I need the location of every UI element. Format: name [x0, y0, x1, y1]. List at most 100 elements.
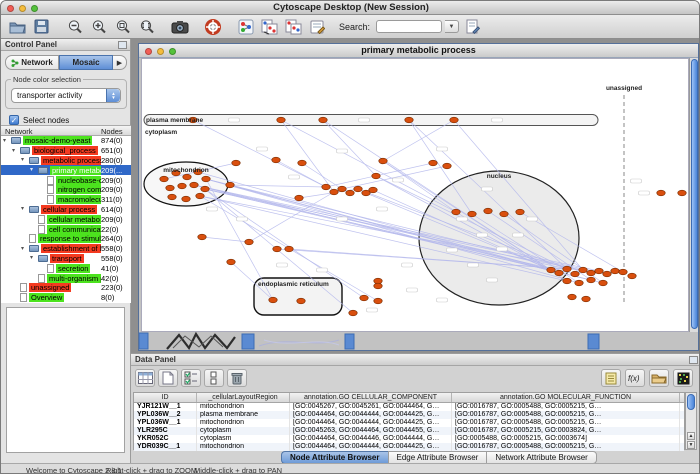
network-node[interactable]: [603, 271, 611, 277]
network-overlay-icon-a[interactable]: [259, 17, 280, 37]
tree-row[interactable]: secretion41(0): [1, 263, 131, 273]
tree-row[interactable]: cellular metabo209(0): [1, 214, 131, 224]
table-row[interactable]: YKR052Ccytoplasm[GO:0044464, GO:0044446,…: [134, 435, 684, 443]
network-edge[interactable]: [383, 120, 454, 161]
network-node[interactable]: [516, 209, 524, 215]
float-panel-icon[interactable]: [689, 356, 698, 364]
expand-arrow-icon[interactable]: ▾: [30, 166, 38, 174]
network-edge[interactable]: [230, 185, 326, 187]
network-node[interactable]: [297, 298, 305, 304]
tree-row[interactable]: unassigned223(0): [1, 283, 131, 293]
network-node[interactable]: [196, 193, 204, 199]
tab-scroll-arrow[interactable]: ▶: [113, 55, 127, 70]
network-node[interactable]: [575, 280, 583, 286]
view-vertical-scrollbar[interactable]: [689, 58, 698, 332]
formula-builder-icon[interactable]: f(x): [625, 369, 645, 387]
network-node[interactable]: [201, 186, 209, 192]
network-node[interactable]: [322, 184, 330, 190]
tree-row[interactable]: cell communicat22(0): [1, 224, 131, 234]
network-node[interactable]: [198, 234, 206, 240]
tree-row[interactable]: ▾transport558(0): [1, 254, 131, 264]
scroll-down-icon[interactable]: ▼: [687, 441, 695, 449]
document-edit-icon[interactable]: [462, 17, 483, 37]
network-node[interactable]: [227, 259, 235, 265]
table-row[interactable]: YLR295Ccytoplasm[GO:0045263, GO:0044464,…: [134, 427, 684, 435]
tree-row[interactable]: ▾establishment of lo558(0): [1, 244, 131, 254]
network-node[interactable]: [563, 266, 571, 272]
tree-row[interactable]: Overview8(0): [1, 293, 131, 303]
tab-network[interactable]: Network: [5, 55, 59, 70]
table-row[interactable]: YJR121W__1mitochondrion[GO:0045267, GO:0…: [134, 403, 684, 411]
network-node[interactable]: [349, 310, 357, 316]
network-node[interactable]: [429, 160, 437, 166]
network-node[interactable]: [182, 196, 190, 202]
plasma-membrane-region[interactable]: [144, 115, 598, 126]
expand-arrow-icon[interactable]: ▾: [3, 137, 11, 145]
tree-row[interactable]: ▾mosaic-demo-yeast874(0): [1, 136, 131, 146]
help-lifering-icon[interactable]: [202, 17, 223, 37]
network-node[interactable]: [190, 182, 198, 188]
network-node[interactable]: [277, 117, 285, 123]
zoom-out-icon[interactable]: [64, 17, 85, 37]
import-attributes-icon[interactable]: [649, 369, 669, 387]
network-node[interactable]: [547, 267, 555, 273]
network-node[interactable]: [678, 190, 686, 196]
column-header[interactable]: annotation.GO MOLECULAR_FUNCTION: [452, 393, 680, 402]
tab-mosaic[interactable]: Mosaic: [59, 55, 113, 70]
expand-arrow-icon[interactable]: ▾: [30, 254, 38, 262]
column-header[interactable]: _cellularLayoutRegion: [197, 393, 290, 402]
tree-row[interactable]: response to stimulu264(0): [1, 234, 131, 244]
delete-attribute-icon[interactable]: [227, 369, 247, 387]
network-node[interactable]: [587, 270, 595, 276]
network-node[interactable]: [330, 189, 338, 195]
table-vertical-scrollbar[interactable]: ▲ ▼: [685, 392, 697, 450]
network-node[interactable]: [568, 294, 576, 300]
snapshot-camera-icon[interactable]: [169, 17, 190, 37]
node-color-combo[interactable]: transporter activity ▲▼: [11, 88, 121, 103]
network-node[interactable]: [298, 160, 306, 166]
column-header[interactable]: ID: [134, 393, 197, 402]
network-node[interactable]: [571, 271, 579, 277]
tree-row[interactable]: nitrogen compo209(0): [1, 185, 131, 195]
notes-icon[interactable]: [601, 369, 621, 387]
matrix-icon[interactable]: [673, 369, 693, 387]
network-node[interactable]: [450, 117, 458, 123]
tree-row[interactable]: nucleobase-c209(0): [1, 175, 131, 185]
network-node[interactable]: [374, 283, 382, 289]
network-node[interactable]: [360, 295, 368, 301]
network-node[interactable]: [374, 298, 382, 304]
network-node[interactable]: [595, 268, 603, 274]
attribute-table-icon[interactable]: [135, 369, 155, 387]
unselect-attributes-icon[interactable]: [204, 369, 224, 387]
create-attribute-icon[interactable]: [158, 369, 178, 387]
network-node[interactable]: [379, 158, 387, 164]
birdseye-view[interactable]: [6, 307, 125, 453]
network-node[interactable]: [500, 211, 508, 217]
network-node[interactable]: [468, 211, 476, 217]
network-node[interactable]: [405, 117, 413, 123]
network-node[interactable]: [484, 208, 492, 214]
network-node[interactable]: [599, 280, 607, 286]
table-row[interactable]: YDR039C__1mitochondrion[GO:0044464, GO:0…: [134, 443, 684, 451]
expand-arrow-icon[interactable]: ▾: [21, 156, 29, 164]
tree-row[interactable]: ▾cellular process614(0): [1, 205, 131, 215]
tree-row[interactable]: multi-organism pro42(0): [1, 273, 131, 283]
select-nodes-checkbox[interactable]: ✓: [9, 115, 19, 125]
network-node[interactable]: [338, 186, 346, 192]
search-input[interactable]: [376, 20, 442, 33]
network-node[interactable]: [555, 270, 563, 276]
scroll-up-icon[interactable]: ▲: [687, 432, 695, 440]
network-node[interactable]: [628, 273, 636, 279]
network-node[interactable]: [168, 194, 176, 200]
save-icon[interactable]: [31, 17, 52, 37]
table-row[interactable]: YPL036W__2plasma membrane[GO:0044464, GO…: [134, 411, 684, 419]
float-panel-icon[interactable]: [118, 41, 127, 49]
network-node[interactable]: [619, 269, 627, 275]
open-icon[interactable]: [7, 17, 28, 37]
network-node[interactable]: [452, 209, 460, 215]
column-header[interactable]: annotation.GO CELLULAR_COMPONENT: [290, 393, 452, 402]
expand-arrow-icon[interactable]: ▾: [21, 245, 29, 253]
network-node[interactable]: [160, 176, 168, 182]
network-view-icon[interactable]: [235, 17, 256, 37]
network-node[interactable]: [226, 182, 234, 188]
